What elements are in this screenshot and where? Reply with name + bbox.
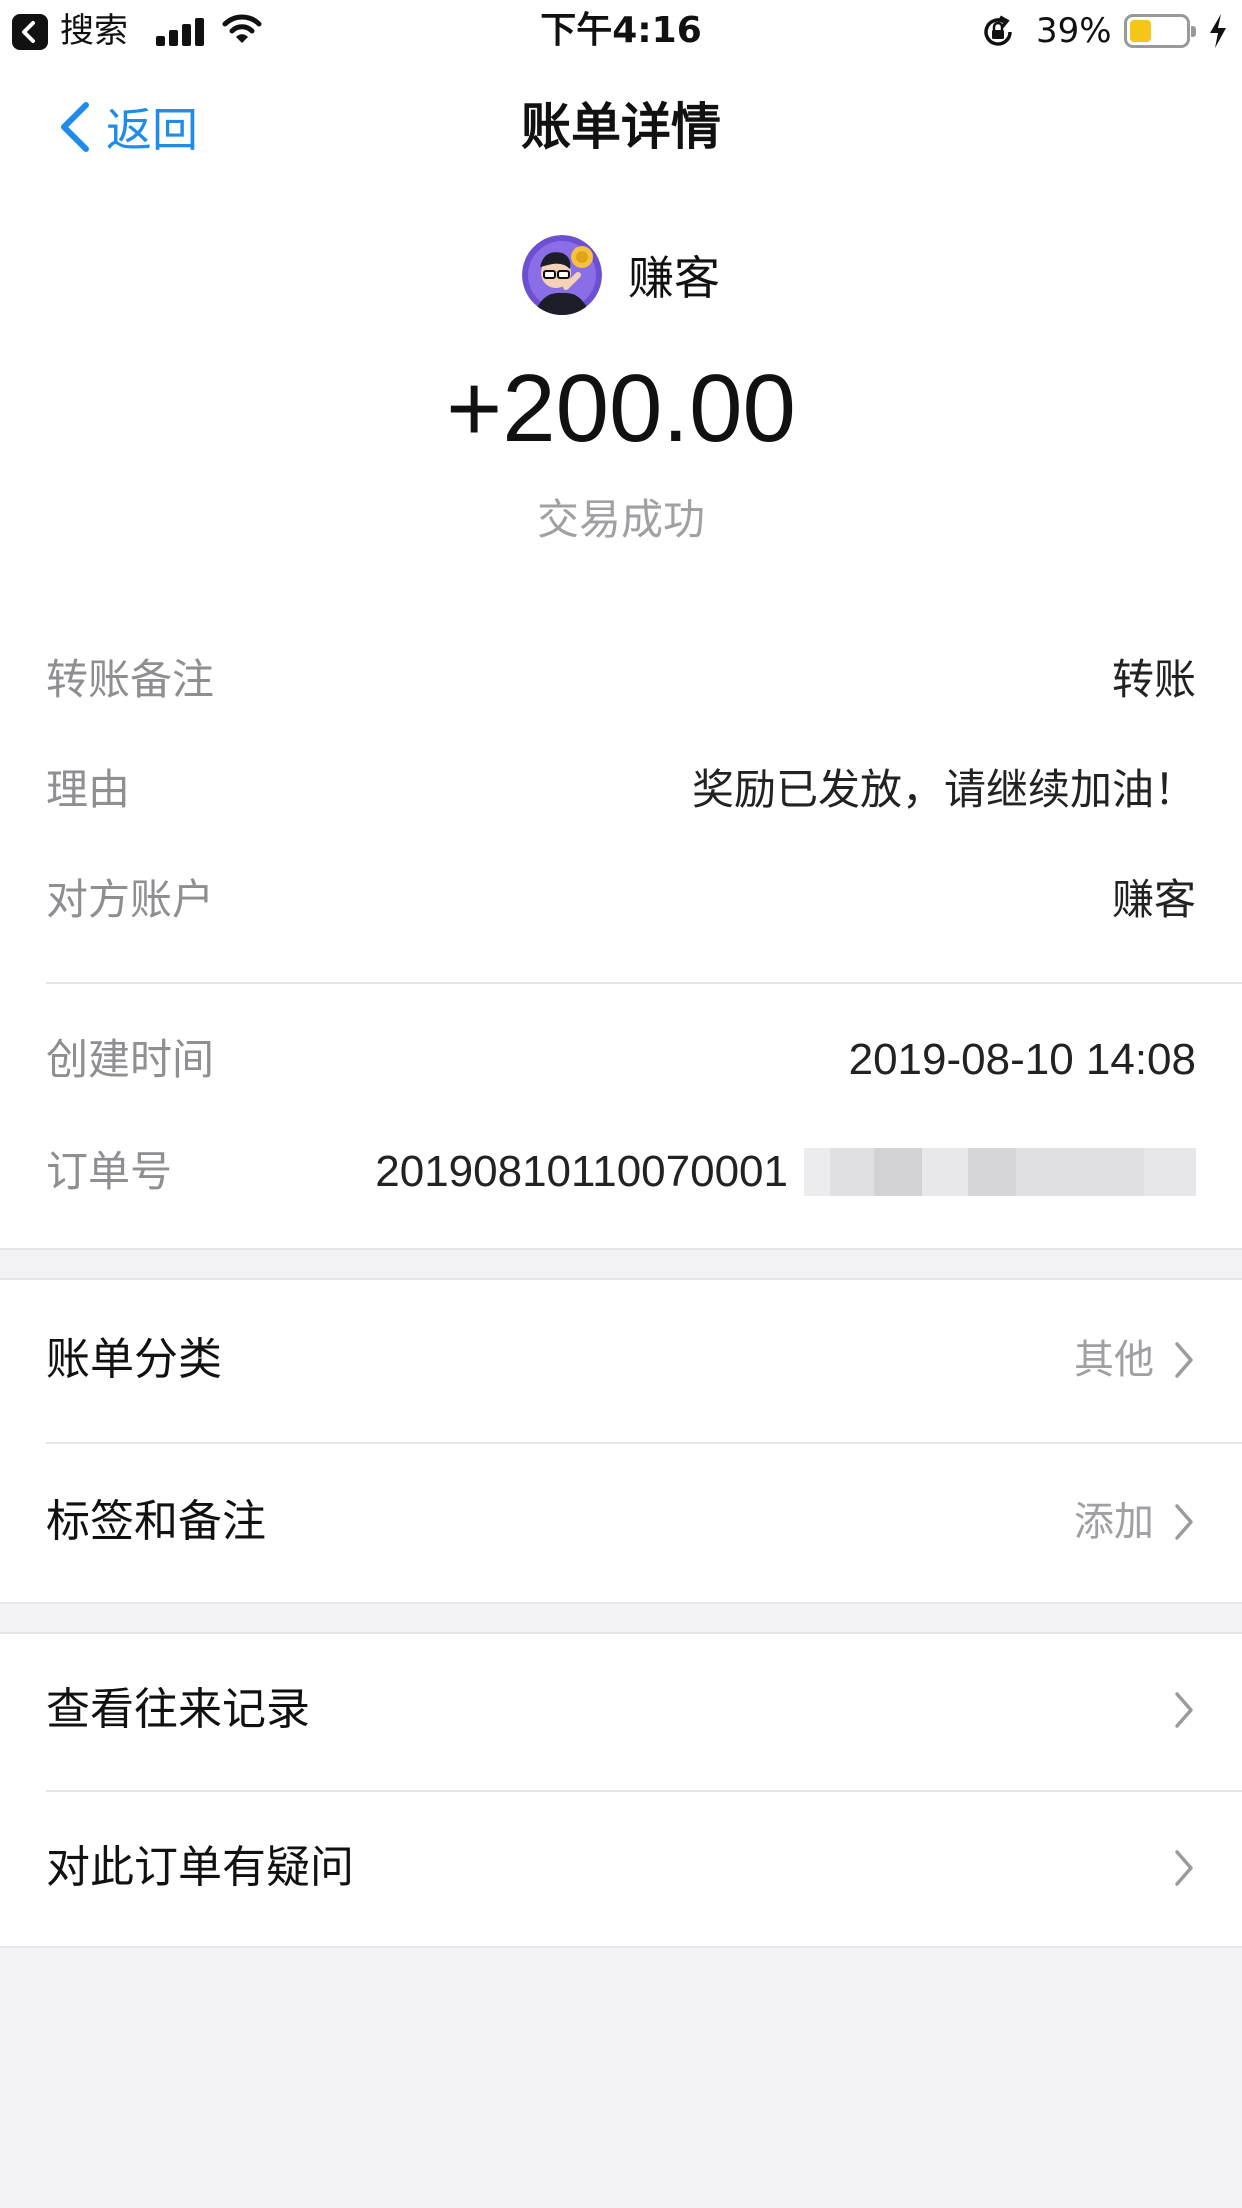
detail-key: 转账备注 — [46, 655, 215, 704]
merchant-name: 赚客 — [628, 251, 720, 305]
battery-icon — [1124, 14, 1196, 48]
page-title: 账单详情 — [521, 98, 721, 156]
menu-row-view-history[interactable]: 查看往来记录 — [0, 1634, 1242, 1790]
detail-value: 奖励已发放，请继续加油！ — [691, 765, 1196, 814]
merchant-header: 赚客 — [0, 234, 1242, 316]
divider — [46, 982, 1242, 984]
bill-detail-card: 赚客 +200.00 交易成功 转账备注 转账 理由 奖励已发放，请继续加油！ … — [0, 192, 1242, 1250]
menu-label: 查看往来记录 — [46, 1684, 310, 1735]
menu-label: 账单分类 — [46, 1334, 222, 1385]
detail-value: 2019-08-10 14:08 — [848, 1035, 1196, 1084]
menu-label: 对此订单有疑问 — [46, 1842, 354, 1893]
chevron-right-icon — [1175, 1342, 1193, 1378]
navigation-bar: 返回 账单详情 — [0, 62, 1242, 192]
menu-value: 添加 — [1074, 1499, 1154, 1545]
detail-value: 赚客 — [1111, 875, 1196, 924]
battery-percent: 39% — [1036, 11, 1112, 51]
chevron-right-icon — [1175, 1504, 1193, 1540]
bill-detail-page: 搜索 下午4:16 39% 返回 账单详情 赚客 +200.00 交易成功 转账… — [0, 0, 1242, 2208]
detail-key: 对方账户 — [46, 875, 215, 924]
menu-label: 标签和备注 — [46, 1496, 266, 1547]
menu-value: 其他 — [1074, 1337, 1154, 1383]
detail-key: 理由 — [46, 765, 131, 814]
detail-row-counterparty: 对方账户 赚客 — [46, 870, 1196, 930]
menu-row-tags-notes[interactable]: 标签和备注 添加 — [0, 1444, 1242, 1604]
orientation-lock-icon — [984, 15, 1012, 46]
chevron-right-icon — [1175, 1850, 1193, 1886]
order-number-value[interactable]: 20190810110070001 — [375, 1142, 788, 1202]
detail-key: 创建时间 — [46, 1035, 215, 1084]
menu-row-bill-category[interactable]: 账单分类 其他 — [0, 1280, 1242, 1440]
transaction-amount: +200.00 — [446, 355, 796, 462]
chevron-right-icon — [1175, 1692, 1193, 1728]
detail-row-reason: 理由 奖励已发放，请继续加油！ — [46, 760, 1196, 820]
battery-level — [1130, 20, 1151, 42]
menu-row-order-question[interactable]: 对此订单有疑问 — [0, 1792, 1242, 1948]
detail-key: 订单号 — [46, 1147, 173, 1196]
detail-row-created-time: 创建时间 2019-08-10 14:08 — [46, 1030, 1196, 1090]
menu-group-category: 账单分类 其他 标签和备注 添加 — [0, 1278, 1242, 1604]
status-bar: 搜索 下午4:16 39% — [0, 0, 1242, 62]
detail-row-remark: 转账备注 转账 — [46, 650, 1196, 710]
detail-value: 转账 — [1111, 655, 1196, 704]
merchant-avatar[interactable] — [522, 235, 602, 315]
menu-group-records: 查看往来记录 对此订单有疑问 — [0, 1632, 1242, 1948]
transaction-status: 交易成功 — [536, 495, 705, 544]
charging-bolt-icon — [1210, 14, 1226, 48]
order-number-redaction — [804, 1148, 1196, 1196]
